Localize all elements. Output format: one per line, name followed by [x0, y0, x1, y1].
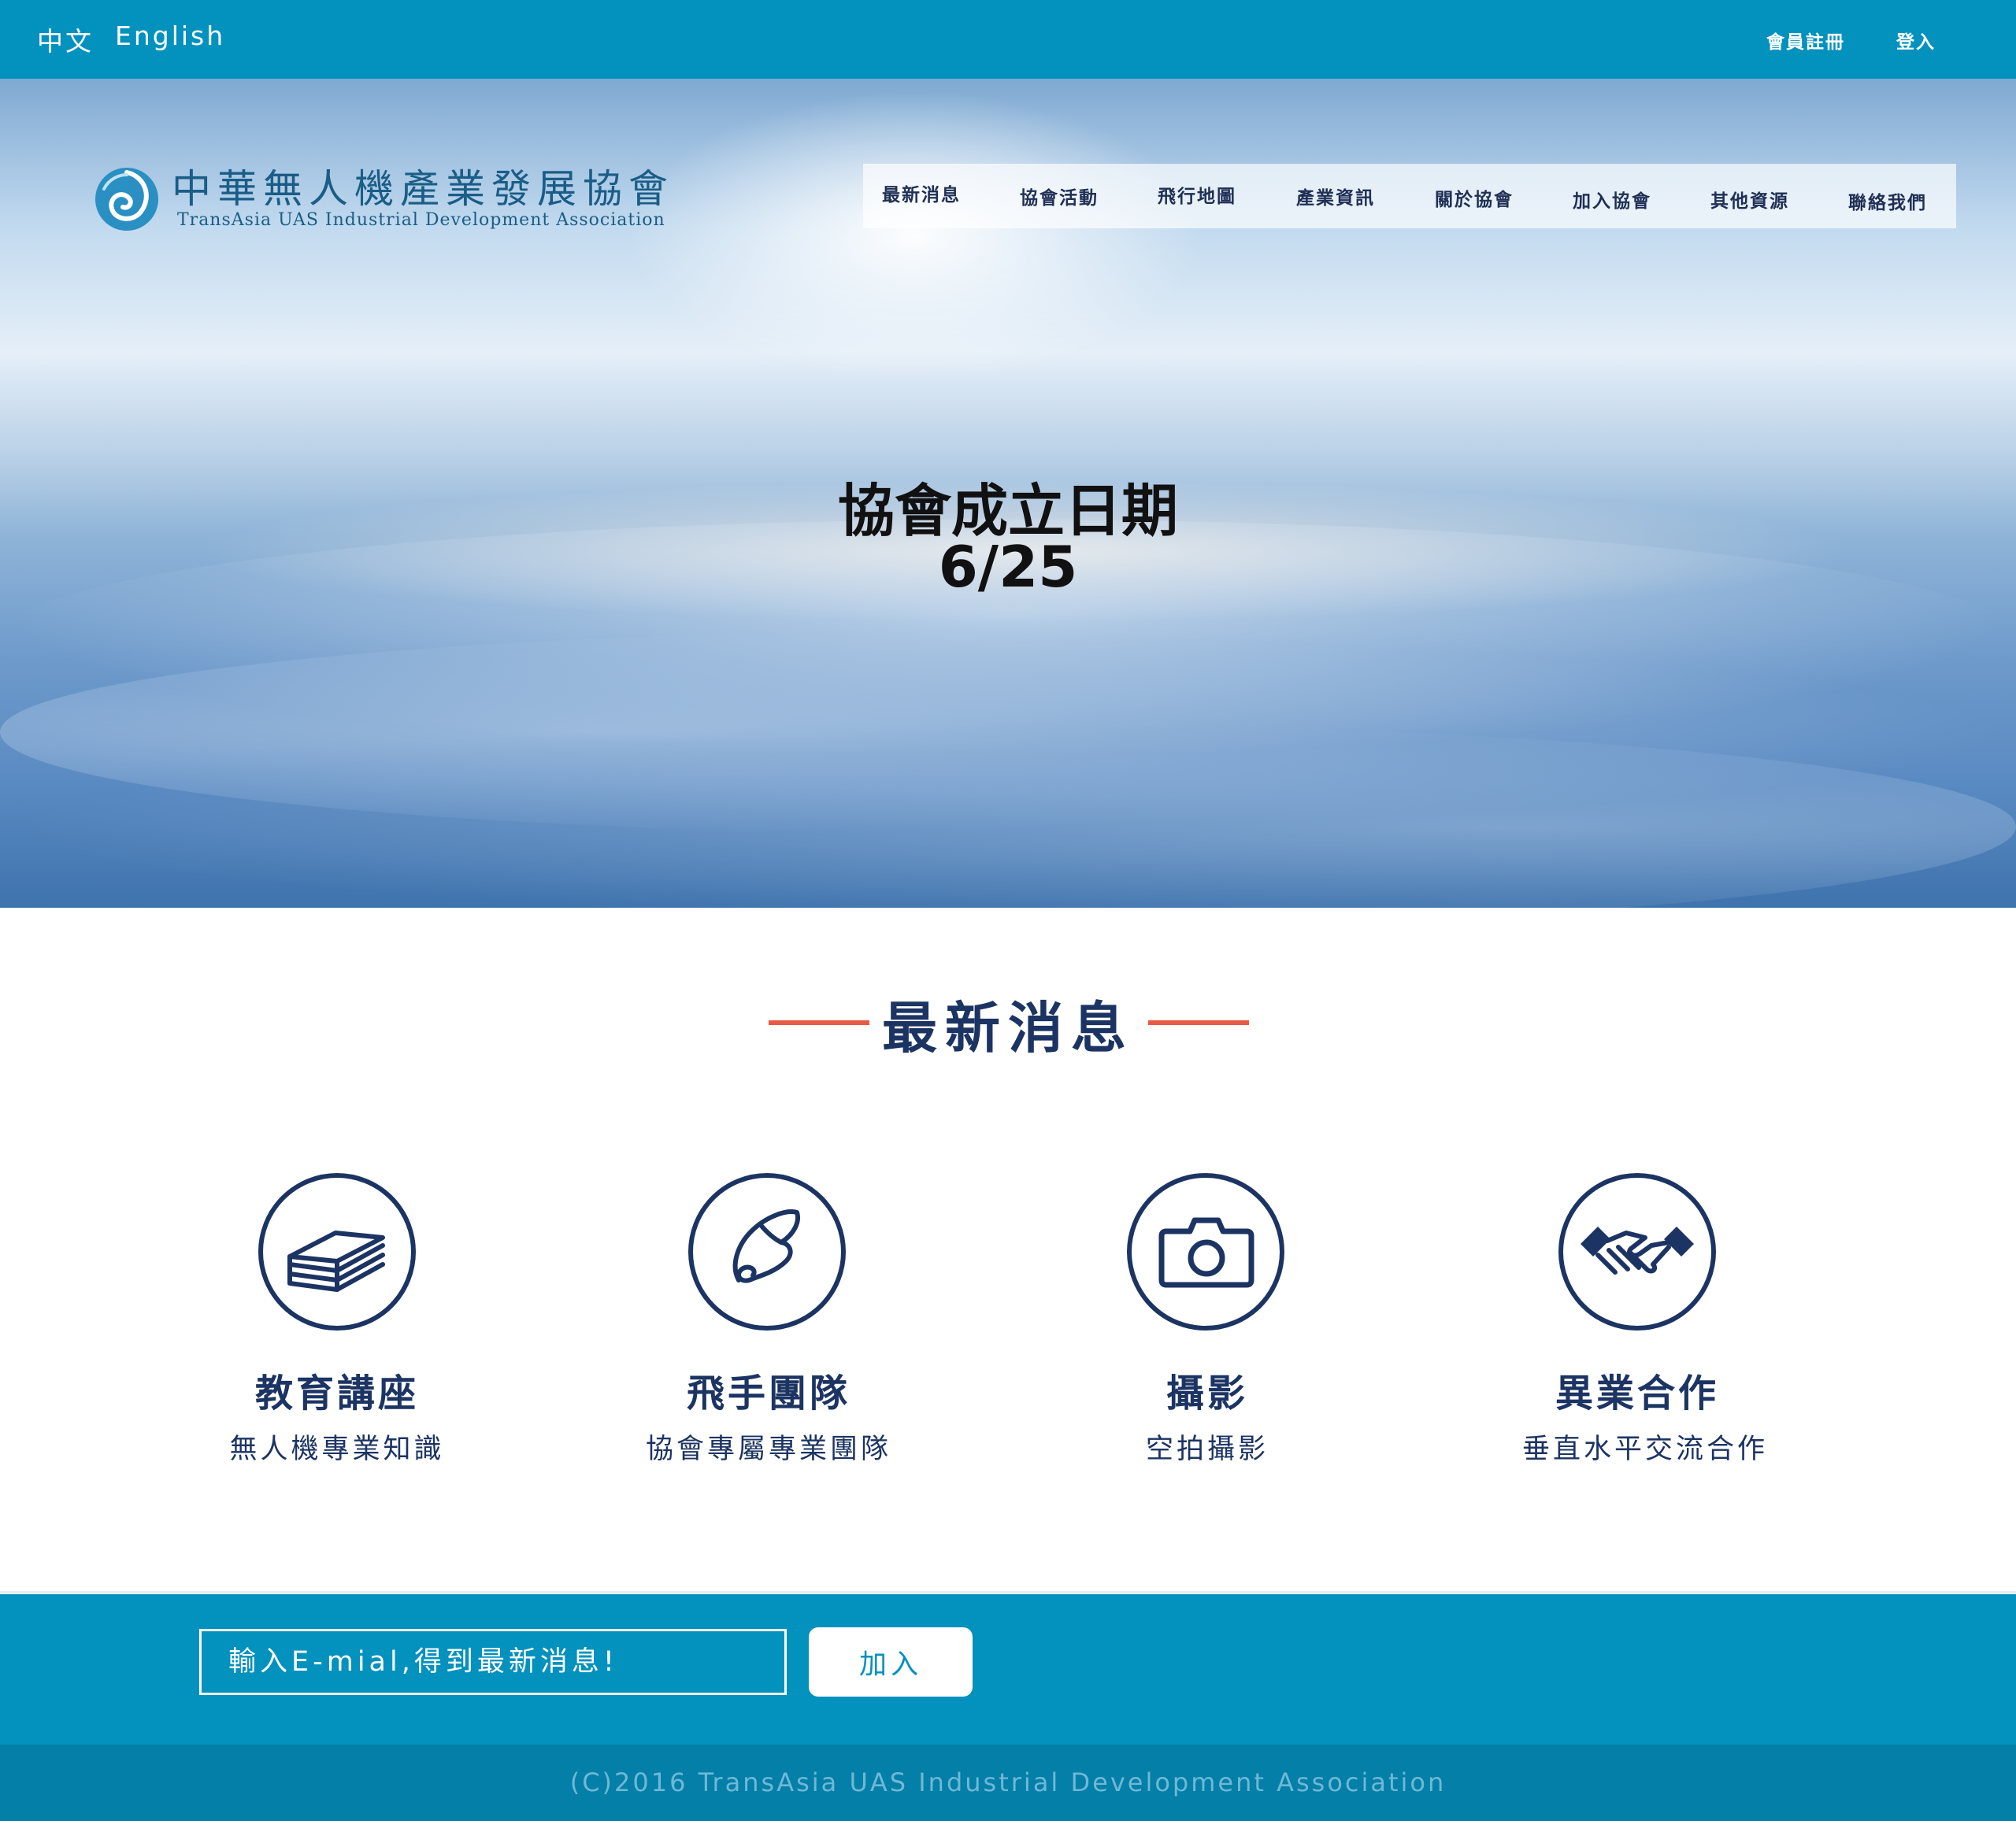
feature-desc-education: 無人機專業知識	[229, 1434, 445, 1465]
nav-latest-news[interactable]: 最新消息	[882, 180, 961, 206]
nav-join[interactable]: 加入協會	[1573, 186, 1651, 213]
login-link[interactable]: 登入	[1896, 27, 1936, 54]
section-title: 最新消息	[882, 996, 1134, 1060]
feature-title-pilot-team: 飛手團隊	[686, 1371, 850, 1416]
hero-date: 6/25	[938, 534, 1078, 600]
nav-about[interactable]: 關於協會	[1435, 184, 1514, 211]
nav-industry-info[interactable]: 產業資訊	[1296, 183, 1375, 209]
logo-title-en[interactable]: TransAsia UAS Industrial Development Ass…	[177, 210, 665, 230]
books-icon	[287, 1231, 385, 1292]
camera-icon	[1158, 1217, 1254, 1288]
join-button[interactable]: 加入	[809, 1627, 973, 1697]
title-divider-right	[1148, 1020, 1249, 1025]
feature-desc-photography: 空拍攝影	[1145, 1434, 1269, 1465]
handshake-icon	[1581, 1227, 1694, 1275]
top-bar	[0, 0, 2016, 79]
email-input[interactable]	[199, 1629, 787, 1695]
nav-resources[interactable]: 其他資源	[1710, 186, 1789, 213]
logo-swirl-icon[interactable]	[93, 165, 161, 233]
feature-cooperation[interactable]	[1558, 1173, 1716, 1331]
nav-contact[interactable]: 聯絡我們	[1848, 187, 1927, 214]
copyright-text: (C)2016 TransAsia UAS Industrial Develop…	[569, 1767, 1447, 1797]
feature-title-cooperation: 異業合作	[1555, 1371, 1719, 1416]
feature-desc-pilot-team: 協會專屬專業團隊	[645, 1434, 891, 1465]
feature-photography[interactable]	[1127, 1173, 1284, 1331]
logo-title-cn[interactable]: 中華無人機產業發展協會	[172, 157, 674, 214]
feature-education[interactable]	[258, 1173, 416, 1331]
nav-activities[interactable]: 協會活動	[1020, 183, 1099, 209]
lang-zh-link[interactable]: 中文	[37, 20, 94, 58]
feature-title-education: 教育講座	[254, 1371, 419, 1416]
register-link[interactable]: 會員註冊	[1766, 27, 1845, 54]
lang-en-link[interactable]: English	[115, 20, 225, 51]
wing-icon	[732, 1209, 800, 1283]
feature-pilot-team[interactable]	[688, 1173, 846, 1331]
feature-title-photography: 攝影	[1166, 1371, 1248, 1416]
feature-desc-cooperation: 垂直水平交流合作	[1521, 1434, 1768, 1465]
nav-flight-map[interactable]: 飛行地圖	[1158, 181, 1236, 208]
